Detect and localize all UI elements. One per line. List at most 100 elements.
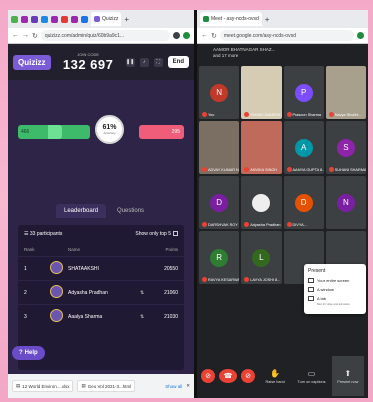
participant-tile[interactable]: D DARSHVAK ROY ... — [199, 176, 240, 229]
mic-muted-icon — [286, 167, 292, 172]
accuracy-badge: 61% Accuracy — [95, 115, 124, 144]
desktop-screen: Quizizz + ← → ↻ quizizz.com/admin/quiz/6… — [8, 10, 368, 398]
meeting-title-sub: and 17 more — [213, 53, 239, 58]
reload-icon[interactable]: ↻ — [32, 32, 38, 40]
participant-tile[interactable]: ANVIKA SINGH — [241, 121, 282, 174]
accuracy-percent: 61% — [102, 124, 117, 131]
captions-button[interactable]: ▭ Turn on captions — [295, 369, 327, 384]
raise-hand-button[interactable]: ✋ Raise hand — [259, 369, 291, 384]
participant-tile[interactable]: P Prasoon Sharma — [283, 66, 324, 119]
extension-icon[interactable] — [173, 32, 180, 39]
participant-name-label: DIVYA... — [292, 222, 307, 227]
meet-url-field[interactable]: meet.google.com/asy-ncds-ovsd — [219, 30, 354, 41]
present-option-label: A window — [317, 287, 334, 292]
new-tab-icon[interactable]: + — [265, 15, 270, 24]
participant-name: ADVAY KUMAR N... — [202, 167, 239, 172]
join-code-value: 132 697 — [62, 57, 114, 72]
row-name: Aaalya Sharma — [68, 313, 103, 320]
forward-icon[interactable]: → — [22, 32, 29, 39]
close-icon[interactable]: ✕ — [186, 383, 190, 389]
tab-bar: Quizizz + — [8, 10, 194, 28]
url-field[interactable]: quizizz.com/admin/quiz/60b9a9c1... — [40, 30, 170, 41]
show-top-checkbox[interactable] — [173, 231, 178, 237]
col-avatar-spacer — [50, 247, 68, 252]
tab-leaderboard[interactable]: Leaderboard — [56, 204, 107, 218]
avatar-icon — [50, 285, 63, 298]
download-item[interactable]: ▤ 12 World Environ....xlsx — [12, 380, 74, 392]
row-rank: 3 — [24, 313, 27, 320]
profile-avatar-icon[interactable] — [183, 32, 190, 39]
rank-change-icon: ⇅ — [140, 289, 145, 296]
participant-avatar: N — [210, 83, 229, 102]
tab-favicon-docs[interactable] — [41, 15, 48, 23]
tab-favicon-quizizz-b[interactable] — [31, 15, 38, 23]
row-name: SHATAAKSHI — [68, 265, 99, 272]
row-rank: 1 — [24, 265, 27, 272]
new-tab-icon[interactable]: + — [124, 15, 129, 24]
download-item-label: 12 World Environ....xlsx — [22, 383, 70, 389]
reload-icon[interactable]: ↻ — [211, 32, 217, 40]
participant-name-label: DARSHVAK ROY ... — [208, 222, 240, 227]
mic-muted-icon — [202, 112, 207, 117]
participant-name-label: ANVIKA SINGH — [250, 167, 278, 172]
participant-tile[interactable]: SHIVAY DANESH SH... — [241, 66, 282, 119]
quizizz-logo[interactable]: Quizizz — [13, 54, 51, 70]
participant-tile[interactable]: ADVAY KUMAR N... — [199, 121, 240, 174]
avatar-icon — [50, 309, 63, 322]
participant-tile[interactable]: Navya Shubhi... — [325, 66, 366, 119]
tab-favicon-meet[interactable] — [81, 15, 88, 23]
pause-icon[interactable]: ❚❚ — [125, 57, 135, 67]
camera-off-icon[interactable]: ⊘ — [241, 369, 255, 383]
tab-meet[interactable]: Meet - asy-ncds-ovsd — [200, 12, 262, 26]
participants-label: 33 participants — [29, 231, 63, 237]
hang-up-icon[interactable]: ☎ — [219, 369, 237, 383]
participant-tile[interactable]: L LAVYA JOSHI 8... — [241, 231, 282, 284]
participant-avatar: N — [336, 193, 355, 212]
tab-questions[interactable]: Questions — [109, 204, 152, 218]
tab-favicon-youtube[interactable] — [61, 15, 68, 23]
participant-tile[interactable]: N — [325, 176, 366, 229]
present-now-button[interactable]: ⬆ Present now — [331, 356, 364, 396]
participant-name: SUHANI SHARMA — [328, 167, 366, 172]
fullscreen-icon[interactable]: ⛶ — [153, 57, 163, 67]
download-item[interactable]: ▤ Geo Vol 2021-3...html — [77, 380, 136, 392]
participant-tile[interactable]: Adyasha Pradhan — [241, 176, 282, 229]
present-option-window[interactable]: A window — [308, 287, 362, 292]
avatar — [50, 309, 68, 324]
help-button[interactable]: ? Help — [12, 346, 45, 360]
mic-muted-icon — [202, 222, 207, 227]
tab-quizizz[interactable]: Quizizz — [91, 12, 122, 26]
present-option-label: A tab — [317, 296, 327, 301]
mic-muted-icon — [328, 167, 334, 172]
show-all-link[interactable]: Show all — [165, 384, 182, 389]
participant-tile[interactable]: D DIVYA... — [283, 176, 324, 229]
participant-name: LAVYA JOSHI 8... — [244, 277, 280, 282]
hand-icon: ✋ — [270, 368, 281, 378]
tab-favicon-quizizz-d[interactable] — [71, 15, 78, 23]
tab-favicon-quizizz-c[interactable] — [51, 15, 58, 23]
row-name: Adyasha Pradhan — [68, 289, 108, 296]
row-points: 20550 — [164, 265, 178, 272]
participant-tile[interactable]: R RAVYA KESARWA... — [199, 231, 240, 284]
table-row[interactable]: 3 Aaalya Sharma ⇅ 21030 — [18, 304, 184, 328]
participant-tile[interactable]: S SUHANI SHARMA — [325, 121, 366, 174]
table-row[interactable]: 1 SHATAAKSHI 20550 — [18, 256, 184, 280]
show-top-toggle[interactable]: Show only top 5 — [135, 231, 178, 237]
participant-tile[interactable]: A AAMYA GUPTA 8... — [283, 121, 324, 174]
back-icon[interactable]: ← — [201, 32, 208, 39]
mic-off-icon[interactable]: ⊘ — [201, 369, 215, 383]
mic-muted-icon — [244, 112, 250, 117]
table-row[interactable]: 2 Adyasha Pradhan ⇅ 21060 — [18, 280, 184, 304]
volume-icon[interactable]: ♪ — [139, 57, 149, 67]
participant-tile[interactable]: N You — [199, 66, 240, 119]
tab-favicon-sheets[interactable] — [11, 15, 18, 23]
end-button[interactable]: End — [167, 56, 189, 68]
row-points: 21060 — [164, 289, 178, 296]
present-option-tab[interactable]: A tab Best for video and animation — [308, 296, 362, 306]
tab-favicon-quizizz-a[interactable] — [21, 15, 28, 23]
col-rank: Rank — [24, 247, 35, 252]
profile-avatar-icon[interactable] — [357, 32, 364, 39]
participant-avatar: L — [252, 248, 271, 267]
back-icon[interactable]: ← — [12, 32, 19, 39]
present-option-screen[interactable]: Your entire screen — [308, 278, 362, 283]
